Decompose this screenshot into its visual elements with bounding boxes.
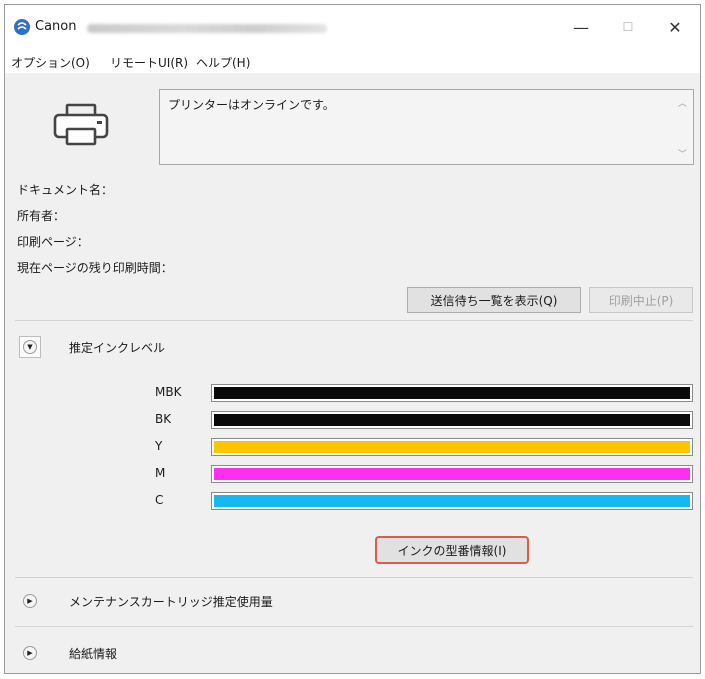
ink-level-section-label: 推定インクレベル (69, 341, 166, 355)
ink-name-mbk: MBK (155, 385, 182, 399)
title-bar[interactable]: Canon — ☐ ✕ (5, 5, 700, 49)
canon-app-icon (14, 19, 30, 35)
menu-remote-ui[interactable]: リモートUI(R) (110, 54, 188, 71)
status-message: プリンターはオンラインです。 (168, 98, 335, 112)
owner-label: 所有者： (17, 209, 66, 223)
printer-icon (53, 103, 109, 146)
ink-name-m: M (155, 466, 166, 480)
cancel-printing-button[interactable]: 印刷中止(P) (589, 287, 693, 313)
ink-bar-y (211, 438, 693, 456)
ink-fill-bk (214, 414, 690, 426)
ink-bar-mbk (211, 384, 693, 402)
close-button[interactable]: ✕ (652, 13, 698, 41)
divider (15, 320, 693, 321)
main-content: プリンターはオンラインです。 ︿ ﹀ ドキュメント名： 所有者： 印刷ページ： … (5, 73, 700, 673)
document-name-label: ドキュメント名： (17, 183, 114, 197)
title-blurred-details (87, 24, 327, 33)
ink-bar-c (211, 492, 693, 510)
scroll-down-icon[interactable]: ﹀ (678, 147, 687, 160)
status-message-box[interactable]: プリンターはオンラインです。 ︿ ﹀ (159, 89, 694, 165)
divider (15, 626, 693, 627)
printing-page-label: 印刷ページ： (17, 235, 89, 249)
maintenance-section-label: メンテナンスカートリッジ推定使用量 (69, 595, 273, 609)
menu-bar: オプション(O) リモートUI(R) ヘルプ(H) (5, 49, 700, 73)
chevron-down-icon: ▼ (23, 340, 37, 354)
status-monitor-window: Canon — ☐ ✕ オプション(O) リモートUI(R) ヘルプ(H) プリ… (4, 4, 701, 674)
ink-fill-c (214, 495, 690, 507)
ink-name-y: Y (155, 439, 163, 453)
minimize-button[interactable]: — (558, 13, 604, 41)
ink-name-c: C (155, 493, 164, 507)
ink-fill-mbk (214, 387, 690, 399)
remaining-time-label: 現在ページの残り印刷時間： (17, 261, 173, 275)
menu-options[interactable]: オプション(O) (11, 54, 90, 71)
maintenance-toggle[interactable]: ▶ (19, 590, 41, 612)
paper-info-section-label: 給紙情報 (69, 647, 118, 661)
chevron-right-icon: ▶ (23, 646, 37, 660)
ink-bar-bk (211, 411, 693, 429)
ink-bar-m (211, 465, 693, 483)
menu-help[interactable]: ヘルプ(H) (196, 54, 250, 71)
maximize-button[interactable]: ☐ (605, 13, 651, 41)
ink-level-toggle[interactable]: ▼ (19, 336, 41, 358)
ink-fill-m (214, 468, 690, 480)
chevron-right-icon: ▶ (23, 594, 37, 608)
scroll-up-icon[interactable]: ︿ (678, 96, 687, 109)
window-title: Canon (35, 19, 77, 34)
ink-model-info-button[interactable]: インクの型番情報(I) (375, 536, 529, 564)
paper-info-toggle[interactable]: ▶ (19, 642, 41, 664)
ink-name-bk: BK (155, 412, 172, 426)
ink-fill-y (214, 441, 690, 453)
divider (15, 577, 693, 578)
print-queue-button[interactable]: 送信待ち一覧を表示(Q) (407, 287, 581, 313)
